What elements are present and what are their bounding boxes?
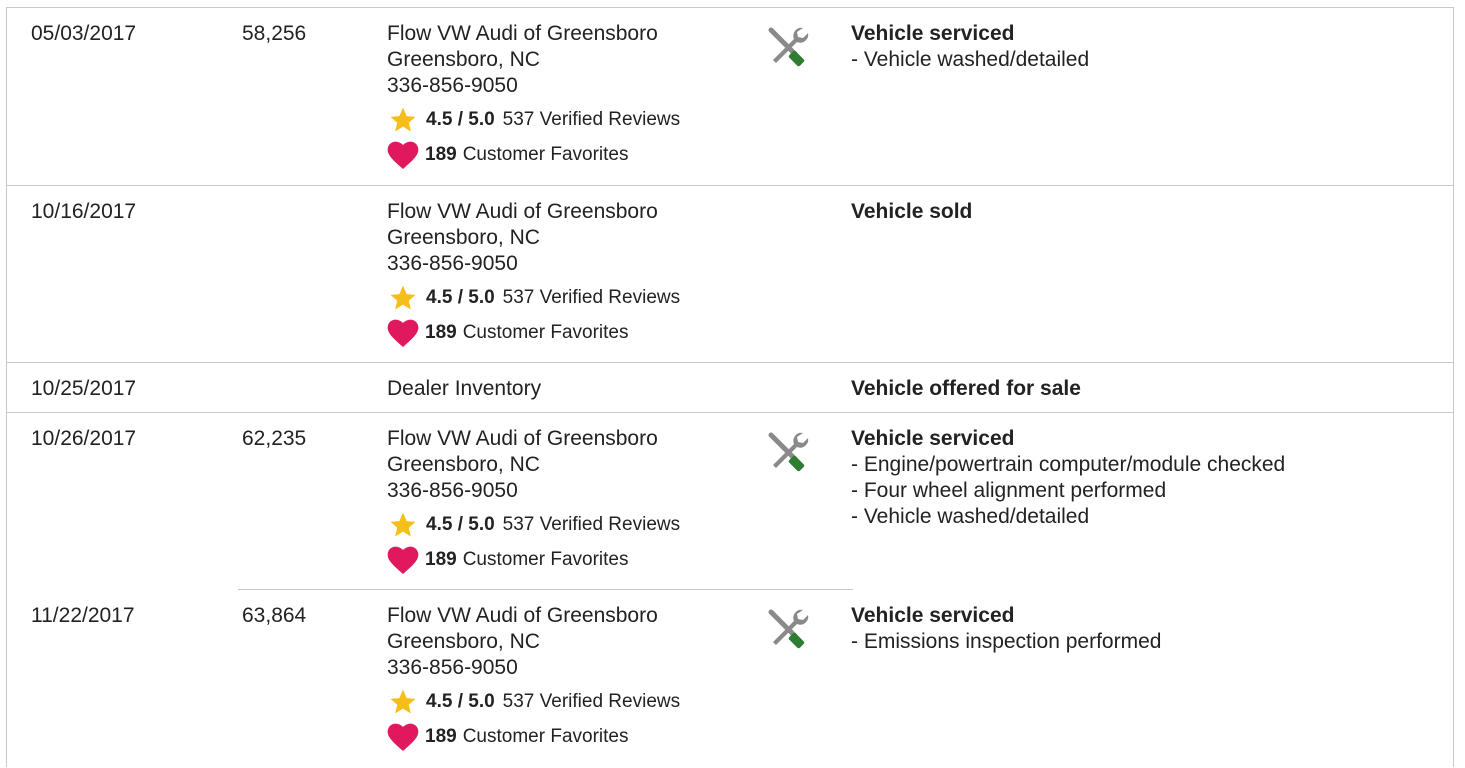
dealer-name[interactable]: Flow VW Audi of Greensboro [387,199,680,225]
record-detail: Emissions inspection performed [851,629,1162,655]
reviews-count: 537 Verified Reviews [502,514,681,535]
dealer-favorites: 189 Customer Favorites [387,722,680,752]
heart-icon [387,546,419,574]
star-icon [390,689,416,714]
record-source: Flow VW Audi of Greensboro Greensboro, N… [387,426,680,575]
record-date: 10/26/2017 [31,427,137,450]
rating-value: 4.5 / 5.0 [426,691,495,712]
favorites-label: Customer Favorites [462,726,629,747]
star-icon [390,285,416,310]
record-source: Flow VW Audi of Greensboro Greensboro, N… [387,603,680,752]
rating-value: 4.5 / 5.0 [426,109,495,130]
favorites-count: 189 [425,726,457,747]
record-mileage: 62,235 [242,427,307,450]
record-mileage: 63,864 [242,604,307,627]
dealer-rating[interactable]: 4.5 / 5.0 537 Verified Reviews [387,283,680,313]
dealer-phone[interactable]: 336-856-9050 [387,73,680,99]
dealer-favorites: 189 Customer Favorites [387,545,680,575]
record-date: 05/03/2017 [31,22,137,45]
dealer-rating[interactable]: 4.5 / 5.0 537 Verified Reviews [387,105,680,135]
history-row: 11/22/2017 63,864 Flow VW Audi of Greens… [7,590,1453,768]
reviews-count: 537 Verified Reviews [502,287,681,308]
heart-icon [387,141,419,169]
service-tools-icon [768,609,809,649]
dealer-name[interactable]: Flow VW Audi of Greensboro [387,426,680,452]
heart-icon [387,319,419,347]
record-source: Flow VW Audi of Greensboro Greensboro, N… [387,199,680,348]
dealer-phone[interactable]: 336-856-9050 [387,478,680,504]
record-source: Dealer Inventory [387,376,541,402]
dealer-name[interactable]: Flow VW Audi of Greensboro [387,603,680,629]
history-row: 10/25/2017 Dealer Inventory Vehicle offe… [7,363,1453,413]
record-title: Vehicle sold [851,200,973,223]
dealer-location: Greensboro, NC [387,630,540,653]
record-title: Vehicle serviced [851,22,1015,45]
record-title: Vehicle serviced [851,427,1015,450]
record-comments: Vehicle serviced Engine/powertrain compu… [851,426,1285,530]
dealer-favorites: 189 Customer Favorites [387,318,680,348]
favorites-count: 189 [425,144,457,165]
record-comments: Vehicle serviced Vehicle washed/detailed [851,21,1089,73]
record-detail: Four wheel alignment performed [851,478,1285,504]
star-icon [390,107,416,132]
dealer-phone[interactable]: 336-856-9050 [387,655,680,681]
dealer-rating[interactable]: 4.5 / 5.0 537 Verified Reviews [387,510,680,540]
dealer-favorites: 189 Customer Favorites [387,140,680,170]
favorites-label: Customer Favorites [462,322,629,343]
dealer-location: Greensboro, NC [387,226,540,249]
dealer-location: Greensboro, NC [387,453,540,476]
record-comments: Vehicle offered for sale [851,376,1081,402]
rating-value: 4.5 / 5.0 [426,287,495,308]
record-title: Vehicle offered for sale [851,377,1081,400]
service-tools-icon [768,27,809,67]
history-row: 10/16/2017 Flow VW Audi of Greensboro Gr… [7,186,1453,363]
dealer-name[interactable]: Flow VW Audi of Greensboro [387,21,680,47]
star-icon [390,512,416,537]
service-tools-icon [768,432,809,472]
source-name: Dealer Inventory [387,377,542,400]
record-detail: Engine/powertrain computer/module checke… [851,452,1285,478]
dealer-phone[interactable]: 336-856-9050 [387,251,680,277]
record-comments: Vehicle serviced Emissions inspection pe… [851,603,1161,655]
vehicle-history-table: 05/03/2017 58,256 Flow VW Audi of Greens… [6,7,1454,767]
record-comments: Vehicle sold [851,199,972,225]
record-detail: Vehicle washed/detailed [851,47,1089,73]
record-date: 11/22/2017 [31,604,135,627]
record-title: Vehicle serviced [851,604,1015,627]
record-date: 10/16/2017 [31,200,137,223]
record-source: Flow VW Audi of Greensboro Greensboro, N… [387,21,680,170]
favorites-label: Customer Favorites [462,549,629,570]
favorites-count: 189 [425,549,457,570]
favorites-count: 189 [425,322,457,343]
record-detail: Vehicle washed/detailed [851,504,1285,530]
dealer-rating[interactable]: 4.5 / 5.0 537 Verified Reviews [387,687,680,717]
reviews-count: 537 Verified Reviews [502,691,681,712]
reviews-count: 537 Verified Reviews [502,109,681,130]
history-row: 05/03/2017 58,256 Flow VW Audi of Greens… [7,8,1453,186]
heart-icon [387,723,419,751]
rating-value: 4.5 / 5.0 [426,514,495,535]
dealer-location: Greensboro, NC [387,48,540,71]
record-mileage: 58,256 [242,22,307,45]
favorites-label: Customer Favorites [462,144,629,165]
record-date: 10/25/2017 [31,377,137,400]
history-row: 10/26/2017 62,235 Flow VW Audi of Greens… [7,413,1453,590]
